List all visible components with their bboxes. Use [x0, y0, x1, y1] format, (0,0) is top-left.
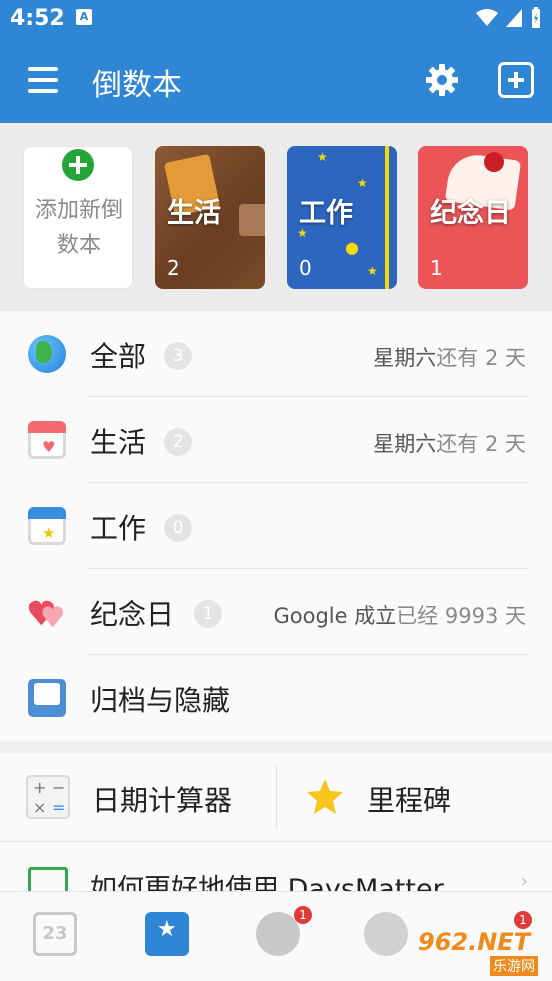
category-list: 全部 3 星期六还有 2 天 ♥ 生活 2 星期六还有 2 天 ★ 工作 0 纪… — [0, 311, 552, 741]
category-row-work[interactable]: ★ 工作 0 — [0, 483, 552, 569]
star-decoration: ★ — [367, 264, 378, 278]
event-days: 已经 9993 天 — [396, 604, 526, 628]
archive-icon — [28, 679, 66, 717]
app-bar: 倒数本 — [0, 40, 552, 123]
add-book-label: 添加新倒数本 — [34, 198, 123, 258]
next-event: 星期六还有 2 天 — [373, 428, 526, 458]
book-anniversary[interactable]: 纪念日 1 — [418, 146, 528, 289]
milestone-button[interactable]: 里程碑 — [277, 753, 552, 841]
usage-tip-row[interactable]: 如何更好地使用 DaysMatter › — [0, 841, 552, 891]
status-bar: 4:52 A — [0, 0, 552, 40]
book-work[interactable]: ★ ★ ★ ★ ● 工作 0 — [287, 146, 397, 289]
count-badge: 2 — [164, 428, 192, 456]
category-row-anniversary[interactable]: 纪念日 1 Google 成立已经 9993 天 — [0, 569, 552, 655]
category-name: 全部 — [90, 340, 147, 373]
calendar-header — [28, 507, 66, 519]
battery-icon — [532, 7, 540, 28]
event-name: 星期六 — [373, 346, 437, 370]
book-title: 工作 — [299, 198, 353, 229]
count-badge: 1 — [194, 600, 222, 628]
calendar-day: 23 — [42, 923, 68, 944]
event-days: 还有 2 天 — [436, 346, 526, 370]
heart-mark: ♥ — [42, 438, 56, 456]
watermark-logo: 962.NET 乐游网 — [410, 922, 552, 981]
book-life[interactable]: 生活 2 — [155, 146, 265, 289]
next-event: Google 成立已经 9993 天 — [273, 600, 526, 630]
category-name: 纪念日 — [90, 598, 175, 631]
calendar-heart-icon: ♥ — [28, 421, 66, 459]
watermark-sub: 乐游网 — [490, 956, 538, 976]
countdown-tab[interactable] — [145, 912, 189, 956]
calendar-header — [28, 421, 66, 433]
book-title: 纪念日 — [430, 198, 511, 229]
category-name: 归档与隐藏 — [90, 684, 231, 717]
cherry-decoration — [484, 152, 504, 172]
plus-icon — [62, 149, 94, 181]
event-days: 还有 2 天 — [436, 432, 526, 456]
tools-row: + − × = 日期计算器 里程碑 — [0, 753, 552, 841]
star-decoration: ★ — [357, 176, 368, 190]
next-event: 星期六还有 2 天 — [373, 342, 526, 372]
category-name: 工作 — [90, 512, 147, 545]
profile-tab[interactable] — [364, 912, 408, 956]
strap-decoration — [239, 204, 265, 236]
milestone-label: 里程碑 — [367, 784, 452, 817]
bookmark-band — [385, 146, 389, 289]
planet-decoration: ● — [345, 238, 359, 257]
category-name: 生活 — [90, 426, 147, 459]
system-icons — [476, 7, 542, 29]
count-badge: 3 — [164, 342, 192, 370]
add-event-icon[interactable] — [498, 62, 534, 98]
event-name: Google 成立 — [273, 604, 397, 628]
count-badge: 0 — [164, 514, 192, 542]
calendar-star-icon: ★ — [28, 507, 66, 545]
calculator-icon: + − × = — [26, 775, 70, 819]
planet-tab[interactable]: 1 — [256, 906, 312, 956]
book-icon — [28, 867, 68, 891]
book-count: 2 — [167, 256, 180, 280]
add-book-card[interactable]: 添加新倒数本 — [23, 146, 133, 289]
signal-icon — [506, 9, 522, 27]
book-count: 1 — [430, 256, 443, 280]
status-time: 4:52 — [10, 6, 65, 31]
wifi-icon — [476, 9, 498, 26]
date-calculator-button[interactable]: + − × = 日期计算器 — [0, 753, 276, 841]
event-name: 星期六 — [373, 432, 437, 456]
page-title: 倒数本 — [92, 68, 182, 103]
books-strip: 添加新倒数本 生活 2 ★ ★ ★ ★ ● 工作 0 纪念日 1 — [0, 123, 552, 311]
calendar-tab[interactable]: 23 — [33, 912, 77, 956]
hearts-icon — [28, 600, 63, 628]
chevron-right-icon: › — [520, 871, 528, 891]
divider — [0, 841, 552, 842]
book-count: 0 — [299, 256, 312, 280]
notification-icon: A — [76, 9, 92, 25]
category-row-all[interactable]: 全部 3 星期六还有 2 天 — [0, 311, 552, 397]
category-row-life[interactable]: ♥ 生活 2 星期六还有 2 天 — [0, 397, 552, 483]
globe-icon — [28, 335, 66, 373]
notification-badge: 1 — [294, 906, 312, 924]
settings-gear-icon[interactable] — [424, 62, 460, 98]
category-row-archive[interactable]: 归档与隐藏 — [0, 655, 552, 741]
star-icon — [307, 779, 343, 814]
watermark-main: 962.NET — [418, 928, 531, 956]
usage-tip-text: 如何更好地使用 DaysMatter — [90, 874, 444, 891]
star-mark: ★ — [42, 524, 56, 542]
star-decoration: ★ — [317, 150, 328, 164]
menu-icon[interactable] — [28, 67, 58, 93]
date-calculator-label: 日期计算器 — [92, 784, 233, 817]
book-title: 生活 — [167, 198, 221, 229]
